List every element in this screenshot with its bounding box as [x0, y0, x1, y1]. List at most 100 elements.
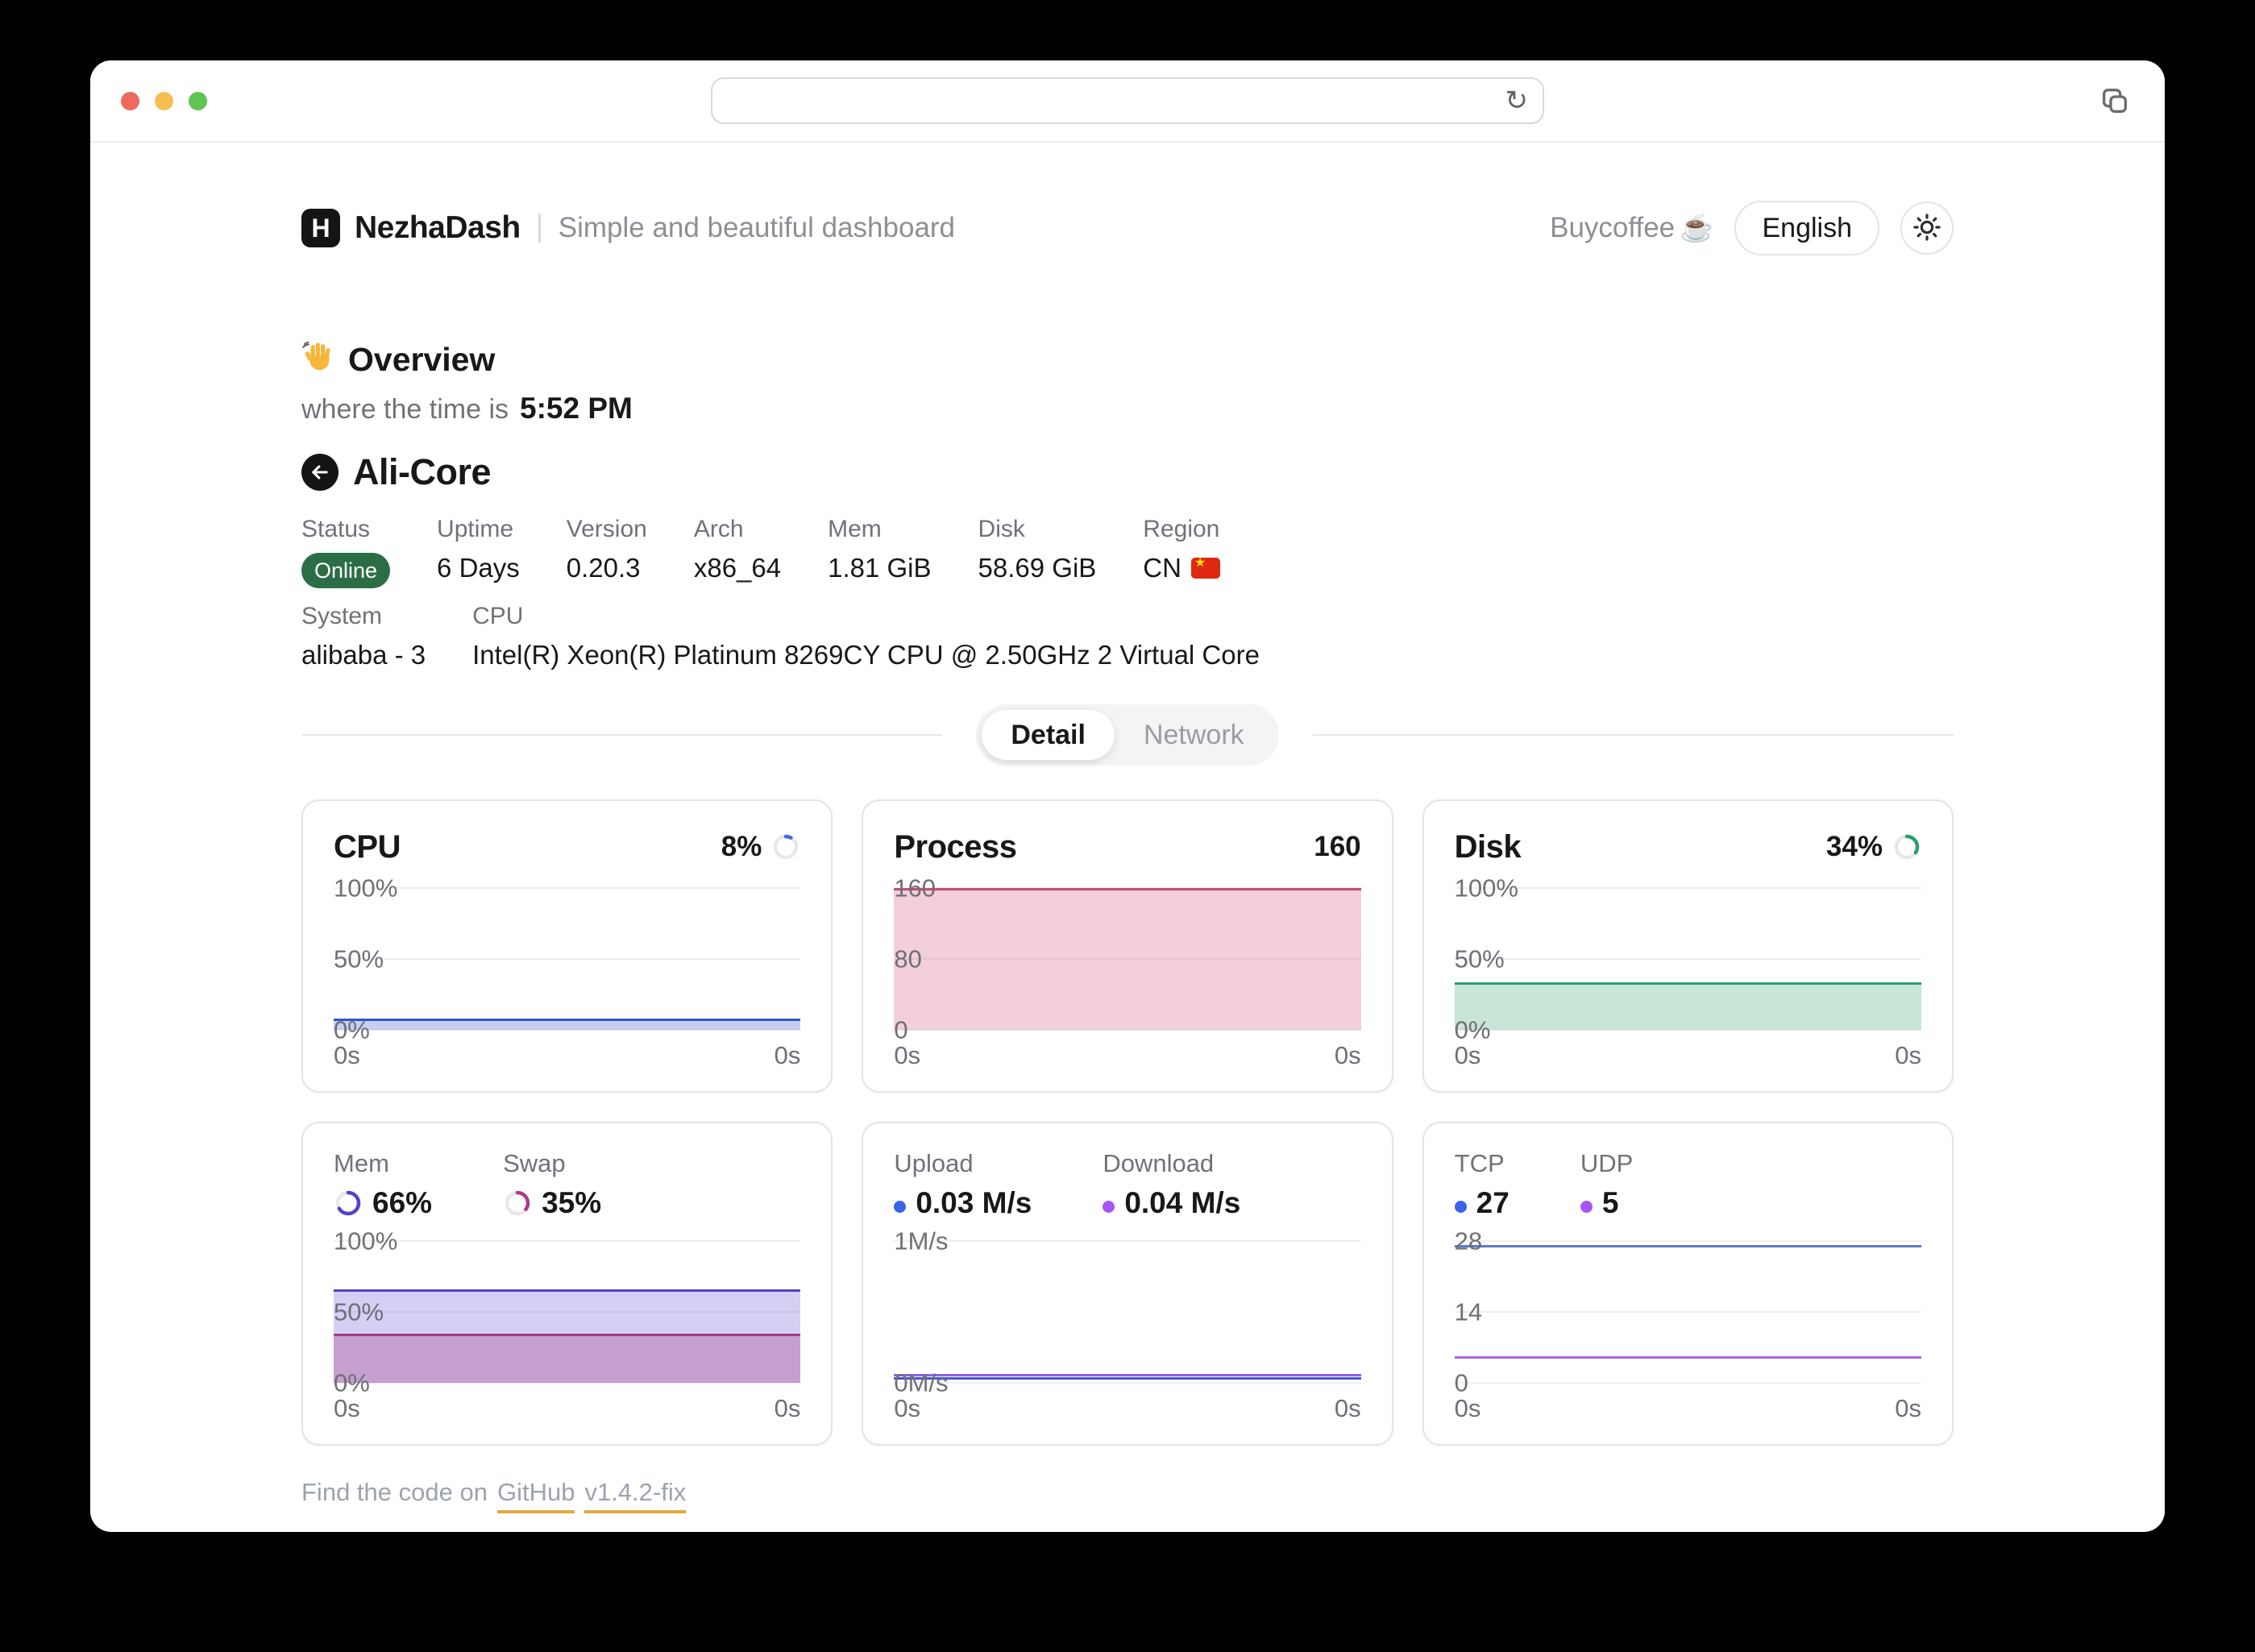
field-cpu-model: CPU Intel(R) Xeon(R) Platinum 8269CY CPU…: [472, 603, 1260, 670]
x-axis-end: 0s: [1335, 1041, 1361, 1070]
server-heading: Ali-Core: [301, 451, 1954, 493]
mem-swap-card: Mem 66% Swap 35%: [301, 1122, 833, 1446]
footer-text: Find the code on: [301, 1478, 488, 1507]
close-window-button[interactable]: [121, 92, 139, 110]
field-label: CPU: [472, 603, 1260, 630]
app-tagline: Simple and beautiful dashboard: [559, 212, 955, 244]
disk-card: Disk 34% 100%50%0% 0s 0s: [1422, 799, 1954, 1093]
tcp-label: TCP: [1455, 1149, 1510, 1178]
version-link[interactable]: v1.4.2-fix: [584, 1478, 686, 1513]
swap-stat: Swap 35%: [503, 1149, 601, 1220]
cn-flag-icon: [1191, 558, 1220, 579]
disk-usage-ring: [1892, 832, 1921, 861]
buycoffee-link[interactable]: Buycoffee ☕: [1550, 212, 1713, 244]
theme-toggle-button[interactable]: [1900, 201, 1954, 255]
udp-stat: UDP 5: [1580, 1149, 1633, 1220]
address-bar[interactable]: ↻: [711, 77, 1544, 124]
field-mem: Mem 1.81 GiB: [828, 516, 931, 583]
upload-stat: Upload 0.03 M/s: [894, 1149, 1032, 1220]
download-label: Download: [1103, 1149, 1240, 1178]
field-value: 1.81 GiB: [828, 553, 931, 583]
field-value: alibaba - 3: [301, 640, 426, 670]
current-time: 5:52 PM: [520, 392, 633, 425]
field-label: Status: [301, 516, 390, 543]
divider-left: [301, 734, 942, 736]
minimize-window-button[interactable]: [155, 92, 173, 110]
divider-right: [1313, 734, 1954, 736]
tcp-stat: TCP 27: [1455, 1149, 1510, 1220]
swap-usage-ring: [503, 1189, 532, 1218]
field-label: Region: [1143, 516, 1220, 543]
x-axis-end: 0s: [775, 1041, 801, 1070]
x-axis-start: 0s: [894, 1394, 920, 1423]
udp-value: 5: [1602, 1186, 1619, 1220]
field-version: Version 0.20.3: [567, 516, 647, 583]
language-button[interactable]: English: [1734, 201, 1879, 255]
mem-swap-chart: 100%50%0%: [334, 1241, 800, 1383]
field-value: x86_64: [694, 553, 781, 583]
github-link[interactable]: GitHub: [497, 1478, 575, 1513]
tcp-dot-icon: [1455, 1186, 1467, 1220]
field-label: Mem: [828, 516, 931, 543]
page-footer: Find the code on GitHub v1.4.2-fix © 202…: [301, 1478, 1954, 1530]
field-label: Uptime: [437, 516, 520, 543]
time-prefix: where the time is: [301, 394, 509, 425]
x-axis-start: 0s: [1455, 1394, 1481, 1423]
zoom-window-button[interactable]: [189, 92, 207, 110]
copy-tabs-icon[interactable]: [2097, 83, 2132, 118]
reload-icon[interactable]: ↻: [1505, 87, 1529, 114]
download-stat: Download 0.04 M/s: [1103, 1149, 1240, 1220]
field-label: Version: [567, 516, 647, 543]
field-arch: Arch x86_64: [694, 516, 781, 583]
overview-heading: Overview: [348, 342, 495, 378]
x-axis-end: 0s: [1895, 1041, 1921, 1070]
sun-icon: [1912, 212, 1942, 245]
download-dot-icon: [1103, 1186, 1115, 1220]
swap-label: Swap: [503, 1149, 601, 1178]
overview-section: Overview where the time is 5:52 PM: [301, 339, 1954, 425]
desktop-background: ↻ H NezhaDash Simple and beautiful dashb…: [0, 0, 2255, 1652]
udp-label: UDP: [1580, 1149, 1633, 1178]
tab-detail[interactable]: Detail: [982, 710, 1115, 760]
disk-chart: 100%50%0%: [1455, 888, 1921, 1030]
cpu-chart: 100%50%0%: [334, 888, 800, 1030]
field-label: Disk: [978, 516, 1097, 543]
disk-usage-value: 34%: [1826, 831, 1883, 863]
x-axis-end: 0s: [1335, 1394, 1361, 1423]
browser-titlebar: ↻: [90, 60, 2165, 143]
field-system: System alibaba - 3: [301, 603, 426, 670]
process-card-title: Process: [894, 829, 1016, 865]
connections-card: TCP 27 UDP 5: [1422, 1122, 1954, 1446]
brand[interactable]: H NezhaDash Simple and beautiful dashboa…: [301, 209, 955, 247]
field-status: Status Online: [301, 516, 390, 588]
cpu-card: CPU 8% 100%50%0% 0s 0s: [301, 799, 833, 1093]
tab-network[interactable]: Network: [1115, 710, 1273, 760]
field-value: 0.20.3: [567, 553, 647, 583]
upload-dot-icon: [894, 1186, 906, 1220]
overview-title: Overview: [301, 339, 1954, 380]
buycoffee-label: Buycoffee: [1550, 212, 1675, 244]
network-speed-chart: 1M/s0M/s: [894, 1241, 1360, 1383]
app-logo-icon: H: [301, 209, 340, 247]
x-axis-start: 0s: [894, 1041, 920, 1070]
field-value: 58.69 GiB: [978, 553, 1097, 583]
download-value: 0.04 M/s: [1124, 1186, 1240, 1220]
back-button[interactable]: [301, 454, 338, 491]
field-label: Arch: [694, 516, 781, 543]
cpu-usage-ring: [771, 832, 800, 861]
upload-label: Upload: [894, 1149, 1032, 1178]
dashboard-page: H NezhaDash Simple and beautiful dashboa…: [90, 143, 2165, 1530]
window-controls: [121, 60, 207, 141]
cpu-usage-value: 8%: [721, 831, 762, 863]
waving-hand-icon: [301, 339, 335, 380]
x-axis-start: 0s: [334, 1394, 360, 1423]
mem-stat: Mem 66%: [334, 1149, 432, 1220]
header-actions: Buycoffee ☕ English: [1550, 201, 1954, 255]
cpu-card-title: CPU: [334, 829, 401, 865]
server-info-row-1: Status Online Uptime 6 Days Version 0.20…: [301, 516, 1954, 588]
x-axis-end: 0s: [775, 1394, 801, 1423]
field-uptime: Uptime 6 Days: [437, 516, 520, 583]
charts-grid: CPU 8% 100%50%0% 0s 0s: [301, 799, 1954, 1446]
process-chart: 160800: [894, 888, 1360, 1030]
field-region: Region CN: [1143, 516, 1220, 583]
